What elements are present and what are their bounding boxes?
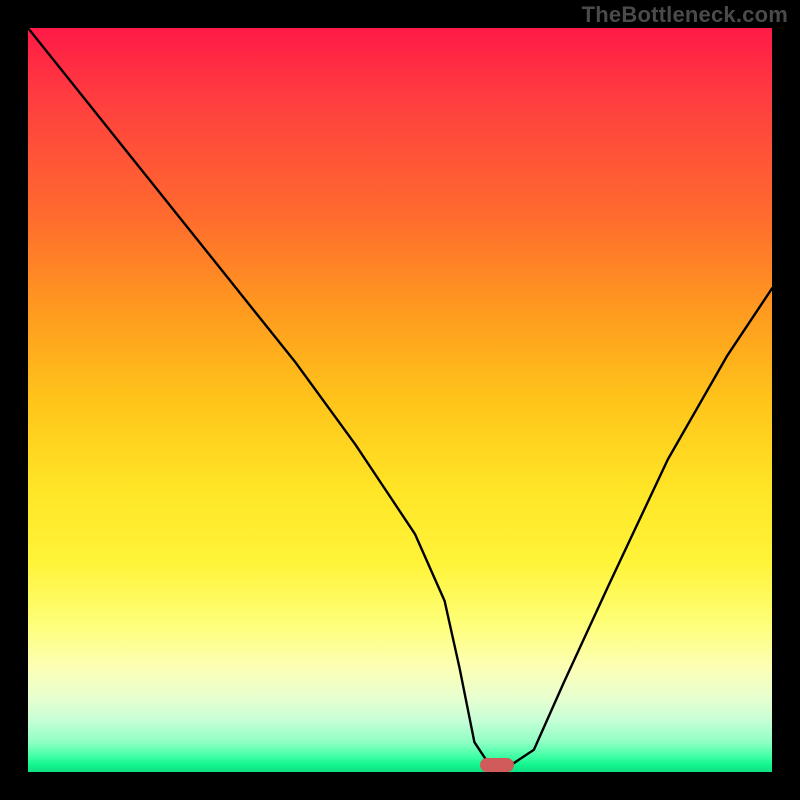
- plot-area: [28, 28, 772, 772]
- curve-path: [28, 28, 772, 765]
- optimal-point-marker: [480, 758, 514, 772]
- chart-frame: TheBottleneck.com: [0, 0, 800, 800]
- bottleneck-curve: [28, 28, 772, 772]
- watermark-text: TheBottleneck.com: [582, 2, 788, 28]
